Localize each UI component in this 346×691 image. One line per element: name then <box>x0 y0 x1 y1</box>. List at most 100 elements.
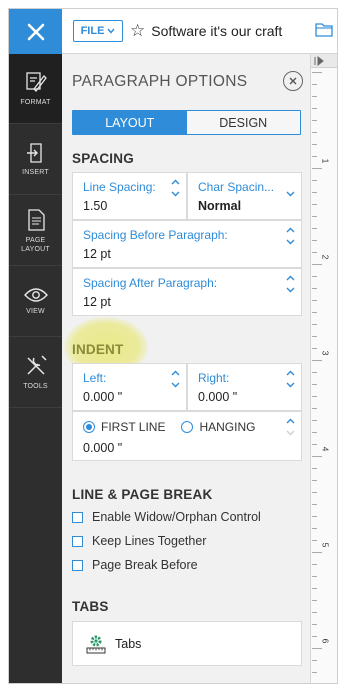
ruler-number: 1 <box>320 158 331 164</box>
ruler-tick <box>312 156 317 157</box>
ruler-tick <box>312 312 317 313</box>
ruler-number: 3 <box>320 350 331 356</box>
chevron-up-icon[interactable] <box>171 370 180 376</box>
ruler-tick <box>312 276 317 277</box>
chevron-up-icon[interactable] <box>286 370 295 376</box>
ruler-tick <box>312 672 317 673</box>
document-title[interactable]: Software it's our craft <box>151 23 282 39</box>
ruler-head <box>311 54 337 68</box>
vertical-ruler[interactable]: 1 2 3 4 5 6 <box>310 54 337 683</box>
chevron-down-icon[interactable] <box>286 287 295 293</box>
chevron-up-icon[interactable] <box>171 179 180 185</box>
ruler-tick <box>312 192 317 193</box>
page-break-before-checkbox[interactable] <box>72 559 83 571</box>
widow-orphan-checkbox[interactable] <box>72 511 83 523</box>
tools-icon <box>26 355 47 375</box>
char-spacing-value[interactable]: Normal <box>198 199 241 213</box>
ruler-tick <box>312 492 317 493</box>
spacing-before-value[interactable]: 12 pt <box>83 247 111 261</box>
star-icon[interactable]: ☆ <box>130 21 145 41</box>
chevron-down-icon[interactable] <box>286 382 295 388</box>
chevron-down-icon[interactable] <box>171 382 180 388</box>
tab-design[interactable]: DESIGN <box>186 111 300 134</box>
indent-right-stepper[interactable] <box>285 370 295 388</box>
rail-label-tools: TOOLS <box>23 383 48 390</box>
chevron-up-icon[interactable] <box>286 275 295 281</box>
indent-right-value[interactable]: 0.000 " <box>198 390 237 404</box>
chevron-down-icon[interactable] <box>171 191 180 197</box>
close-icon <box>27 23 44 40</box>
page-layout-icon <box>27 208 45 231</box>
chevron-down-icon <box>107 28 115 34</box>
rail-item-tools[interactable]: TOOLS <box>9 338 62 408</box>
ruler-tick <box>312 408 317 409</box>
spacing-after-stepper[interactable] <box>285 275 295 293</box>
ruler-tick <box>312 396 317 397</box>
indent-left-field[interactable]: Left: 0.000 " <box>72 363 187 411</box>
panel-title: PARAGRAPH OPTIONS <box>72 73 248 90</box>
close-icon <box>289 77 297 85</box>
keep-lines-checkbox[interactable] <box>72 535 83 547</box>
ruler-marker-icon <box>314 56 324 66</box>
ruler-tick <box>312 240 317 241</box>
indent-left-label: Left: <box>83 371 107 385</box>
ruler-tick <box>312 636 317 637</box>
widow-orphan-option[interactable]: Enable Widow/Orphan Control <box>72 510 261 524</box>
line-spacing-field[interactable]: Line Spacing: 1.50 <box>72 172 187 220</box>
hanging-radio[interactable] <box>181 421 194 433</box>
folder-icon[interactable] <box>315 22 333 37</box>
ruler-tick <box>312 204 317 205</box>
page-break-before-option[interactable]: Page Break Before <box>72 558 198 572</box>
indent-right-field[interactable]: Right: 0.000 " <box>187 363 302 411</box>
spacing-before-stepper[interactable] <box>285 227 295 245</box>
chevron-up-icon[interactable] <box>286 227 295 233</box>
spacing-after-field[interactable]: Spacing After Paragraph: 12 pt <box>72 268 302 316</box>
rail-item-insert[interactable]: INSERT <box>9 125 62 195</box>
ruler-tick <box>312 600 317 601</box>
ruler-number: 4 <box>320 446 331 452</box>
line-spacing-value[interactable]: 1.50 <box>83 199 107 213</box>
spacing-after-value[interactable]: 12 pt <box>83 295 111 309</box>
top-bar: FILE ☆ Software it's our craft <box>62 9 337 54</box>
ruler-number: 6 <box>320 638 331 644</box>
special-indent-field[interactable]: FIRST LINE HANGING 0.000 " <box>72 411 302 461</box>
keep-lines-label[interactable]: Keep Lines Together <box>92 534 206 548</box>
hanging-label[interactable]: HANGING <box>199 420 255 434</box>
special-indent-value[interactable]: 0.000 " <box>83 441 122 455</box>
tab-layout[interactable]: LAYOUT <box>73 111 187 134</box>
ruler-tick <box>312 624 317 625</box>
tabs-settings-button[interactable]: Tabs <box>72 621 302 666</box>
first-line-radio[interactable] <box>83 421 95 433</box>
chevron-up-icon[interactable] <box>286 418 295 424</box>
chevron-down-icon[interactable] <box>286 191 295 197</box>
widow-orphan-label[interactable]: Enable Widow/Orphan Control <box>92 510 261 524</box>
rail-item-view[interactable]: VIEW <box>9 267 62 337</box>
chevron-down-icon[interactable] <box>286 239 295 245</box>
page-break-before-label[interactable]: Page Break Before <box>92 558 198 572</box>
ruler-tick <box>312 252 317 253</box>
line-spacing-stepper[interactable] <box>170 179 180 197</box>
ruler-tick <box>312 384 317 385</box>
ruler-tick <box>312 120 317 121</box>
indent-left-stepper[interactable] <box>170 370 180 388</box>
panel-close-button[interactable] <box>283 71 303 91</box>
spacing-before-field[interactable]: Spacing Before Paragraph: 12 pt <box>72 220 302 268</box>
file-menu-button[interactable]: FILE <box>73 20 123 42</box>
keep-lines-option[interactable]: Keep Lines Together <box>72 534 206 548</box>
first-line-label[interactable]: FIRST LINE <box>101 420 165 434</box>
ruler-tick <box>312 432 317 433</box>
indent-left-value[interactable]: 0.000 " <box>83 390 122 404</box>
close-editor-button[interactable] <box>9 9 62 54</box>
rail-item-format[interactable]: FORMAT <box>9 54 62 124</box>
special-indent-stepper[interactable] <box>285 418 295 436</box>
ruler-tick <box>312 468 317 469</box>
chevron-down-icon[interactable] <box>286 430 295 436</box>
rail-label-format: FORMAT <box>20 99 51 106</box>
rail-item-page-layout[interactable]: PAGE LAYOUT <box>9 196 62 266</box>
spacing-before-label: Spacing Before Paragraph: <box>83 228 228 242</box>
ruler-tick <box>312 480 317 481</box>
paragraph-options-panel: PARAGRAPH OPTIONS LAYOUT DESIGN SPACING … <box>62 54 310 683</box>
special-indent-options: FIRST LINE HANGING <box>83 420 255 434</box>
rail-label-view: VIEW <box>26 308 45 315</box>
char-spacing-field[interactable]: Char Spacin... Normal <box>187 172 302 220</box>
